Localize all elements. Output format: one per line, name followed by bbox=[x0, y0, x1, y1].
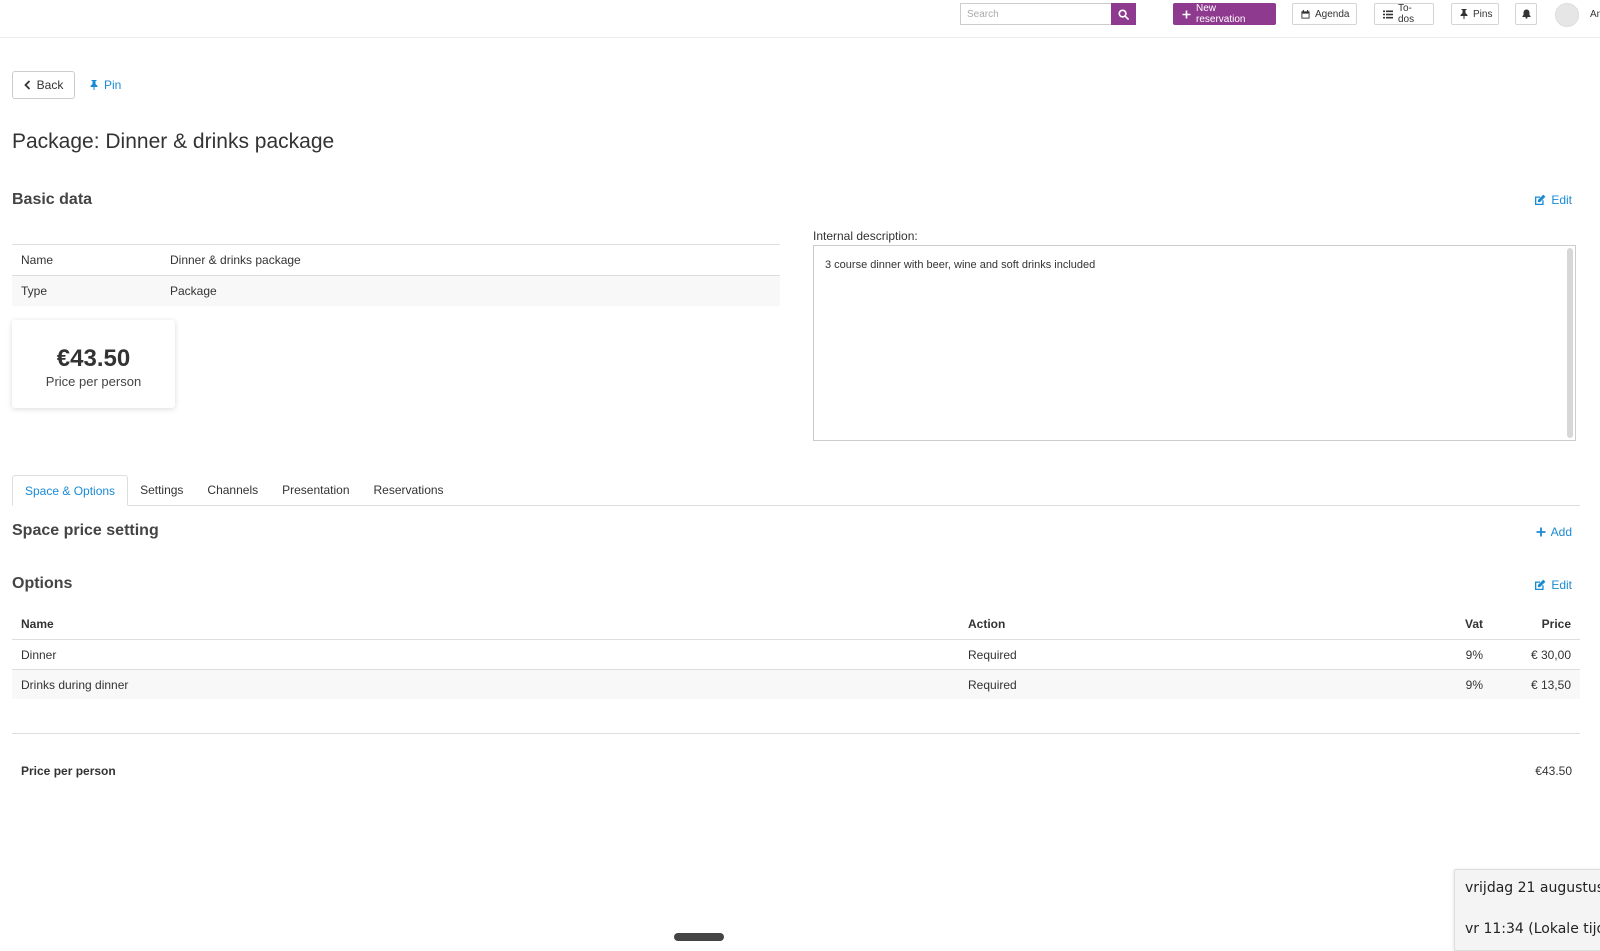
option-name: Drinks during dinner bbox=[12, 669, 959, 699]
todos-label: To-dos bbox=[1398, 3, 1415, 25]
table-header-row: Name Action Vat Price bbox=[12, 609, 1580, 640]
bell-icon bbox=[1521, 9, 1531, 19]
plus-icon bbox=[1536, 527, 1546, 537]
divider bbox=[12, 733, 1580, 734]
option-action: Required bbox=[959, 639, 1404, 670]
table-row[interactable]: Dinner Required 9% € 30,00 bbox=[12, 639, 1580, 670]
basic-data-edit-link[interactable]: Edit bbox=[1534, 193, 1572, 207]
option-vat: 9% bbox=[1404, 639, 1492, 670]
row-key: Name bbox=[12, 244, 161, 276]
basic-data-title: Basic data bbox=[12, 191, 93, 208]
basic-data-table: Name Dinner & drinks package Type Packag… bbox=[12, 244, 780, 306]
pin-icon bbox=[90, 80, 98, 90]
header-price: Price bbox=[1541, 617, 1571, 631]
option-action: Required bbox=[959, 669, 1404, 699]
row-value: Package bbox=[161, 275, 780, 306]
price-per-person-label: Price per person bbox=[21, 764, 116, 778]
page-title: Package: Dinner & drinks package bbox=[12, 130, 335, 153]
add-label: Add bbox=[1550, 525, 1572, 539]
todos-button[interactable]: To-dos bbox=[1374, 3, 1434, 25]
calendar-icon bbox=[1301, 9, 1310, 19]
price-card: €43.50 Price per person bbox=[12, 320, 175, 408]
new-reservation-label: New reservation bbox=[1196, 3, 1246, 25]
chevron-left-icon bbox=[23, 80, 31, 90]
tab-presentation[interactable]: Presentation bbox=[270, 475, 361, 505]
tab-settings[interactable]: Settings bbox=[128, 475, 195, 505]
edit-icon bbox=[1534, 579, 1546, 591]
price-label: Price per person bbox=[45, 374, 142, 389]
options-edit-link[interactable]: Edit bbox=[1534, 578, 1572, 592]
header-name: Name bbox=[21, 617, 54, 631]
tab-space-options[interactable]: Space & Options bbox=[12, 475, 129, 506]
avatar[interactable] bbox=[1555, 3, 1579, 27]
row-value: Dinner & drinks package bbox=[161, 244, 780, 276]
internal-description-box[interactable]: 3 course dinner with beer, wine and soft… bbox=[813, 245, 1576, 441]
clock-time: vr 11:34 (Lokale tijd) bbox=[1465, 921, 1600, 937]
price-per-person-value: €43.50 bbox=[1535, 764, 1572, 778]
list-icon bbox=[1383, 10, 1393, 19]
pins-button[interactable]: Pins bbox=[1451, 3, 1499, 25]
user-name[interactable]: An bbox=[1590, 9, 1600, 20]
internal-description-label: Internal description: bbox=[813, 229, 918, 243]
option-price: € 13,50 bbox=[1492, 669, 1580, 699]
row-key: Type bbox=[12, 275, 161, 306]
plus-icon bbox=[1182, 9, 1191, 19]
edit-label: Edit bbox=[1551, 578, 1572, 592]
pin-icon bbox=[1460, 9, 1468, 19]
search-button[interactable] bbox=[1111, 3, 1136, 25]
option-vat: 9% bbox=[1404, 669, 1492, 699]
space-price-add-link[interactable]: Add bbox=[1536, 525, 1572, 539]
bottom-handle[interactable] bbox=[674, 933, 724, 941]
internal-description-text: 3 course dinner with beer, wine and soft… bbox=[825, 259, 1096, 271]
back-button[interactable]: Back bbox=[12, 71, 75, 99]
table-row: Type Package bbox=[12, 275, 780, 306]
options-table: Name Action Vat Price Dinner Required 9%… bbox=[12, 609, 1580, 699]
options-title: Options bbox=[12, 575, 73, 592]
tab-reservations[interactable]: Reservations bbox=[362, 475, 456, 505]
top-bar: New reservation Agenda To-dos Pins An bbox=[0, 0, 1600, 38]
price-value: €43.50 bbox=[56, 345, 131, 372]
notifications-button[interactable] bbox=[1515, 3, 1537, 25]
header-vat: Vat bbox=[1464, 617, 1483, 631]
table-row: Name Dinner & drinks package bbox=[12, 244, 780, 276]
search-input[interactable] bbox=[960, 3, 1111, 25]
agenda-label: Agenda bbox=[1315, 8, 1350, 20]
option-name: Dinner bbox=[12, 639, 959, 670]
clock-date: vrijdag 21 augustus 2 bbox=[1465, 880, 1600, 896]
pin-label: Pin bbox=[104, 78, 122, 92]
search-group bbox=[960, 3, 1136, 25]
edit-icon bbox=[1534, 194, 1546, 206]
table-row[interactable]: Drinks during dinner Required 9% € 13,50 bbox=[12, 669, 1580, 699]
header-action: Action bbox=[968, 617, 1006, 631]
back-label: Back bbox=[36, 78, 64, 92]
search-icon bbox=[1118, 8, 1129, 20]
description-scrollbar[interactable] bbox=[1567, 248, 1573, 438]
new-reservation-button[interactable]: New reservation bbox=[1173, 3, 1276, 25]
option-price: € 30,00 bbox=[1492, 639, 1580, 670]
edit-label: Edit bbox=[1551, 193, 1572, 207]
pin-link[interactable]: Pin bbox=[90, 78, 121, 92]
pins-label: Pins bbox=[1473, 8, 1493, 20]
tab-bar: Space & Options Settings Channels Presen… bbox=[12, 475, 1580, 506]
space-price-title: Space price setting bbox=[12, 522, 159, 539]
agenda-button[interactable]: Agenda bbox=[1292, 3, 1357, 25]
clock-tooltip: vrijdag 21 augustus 2 vr 11:34 (Lokale t… bbox=[1454, 869, 1600, 951]
tab-channels[interactable]: Channels bbox=[195, 475, 270, 505]
